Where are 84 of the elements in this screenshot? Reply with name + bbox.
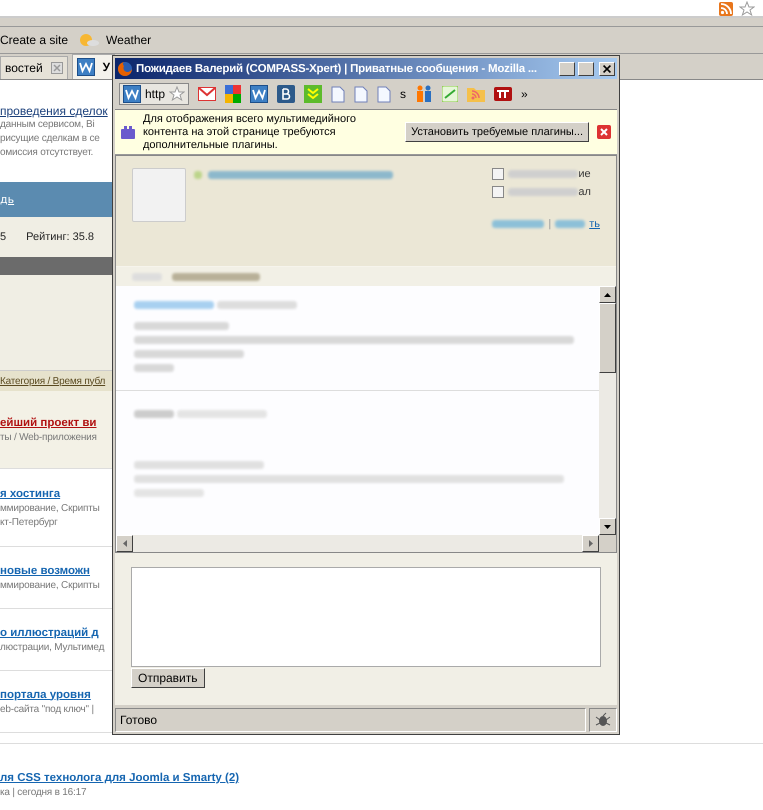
stat-text: Рейтинг: 35.8 xyxy=(26,231,94,243)
stat-text: 5 xyxy=(0,231,6,243)
blurred-text xyxy=(194,171,202,179)
nav-link[interactable]: дь xyxy=(0,193,14,206)
w-icon[interactable] xyxy=(250,85,268,103)
status-text: Готово xyxy=(115,708,586,732)
option-text: ал xyxy=(578,186,591,198)
project-link[interactable]: портала уровня xyxy=(0,686,112,702)
page-icon[interactable] xyxy=(377,86,392,102)
scroll-thumb[interactable] xyxy=(599,303,616,373)
firefox-icon xyxy=(117,60,133,76)
rss-icon[interactable] xyxy=(719,2,733,16)
browser-tab[interactable]: У xyxy=(72,54,116,79)
vk-icon[interactable] xyxy=(277,85,296,103)
project-meta: люстрации, Мультимед xyxy=(0,640,106,654)
scroll-right-button[interactable] xyxy=(582,535,599,552)
toolbar-text[interactable]: s xyxy=(400,87,406,101)
star-icon[interactable] xyxy=(739,1,755,17)
address-field[interactable]: http xyxy=(119,83,190,105)
horizontal-scrollbar[interactable] xyxy=(116,535,616,552)
page-icon[interactable] xyxy=(331,86,346,102)
avatar xyxy=(132,168,186,222)
scrollbar-corner xyxy=(599,535,616,552)
star-icon[interactable] xyxy=(169,86,186,102)
td-icon[interactable] xyxy=(494,87,512,101)
browser-tab[interactable]: востей xyxy=(0,56,68,79)
plugin-message: Для отображения всего мультимедийного контента на этой странице требуются дополнительные плагины. xyxy=(143,112,357,152)
window-title: Пожидаев Валерий (COMPASS-Xpert) | Приватные сообщения - Mozilla ... xyxy=(136,62,538,74)
sun-icon xyxy=(78,33,100,47)
project-meta: ка | сегодня в 16:17 xyxy=(0,786,88,800)
project-link[interactable]: ейший проект ви xyxy=(0,414,112,430)
action-link[interactable]: ть xyxy=(589,218,600,230)
project-meta: ммирование, Скрипты xyxy=(0,502,101,516)
bookmark-link[interactable]: Create a site xyxy=(0,33,68,47)
mail-icon[interactable] xyxy=(198,87,216,101)
blurred-text xyxy=(492,220,544,228)
vertical-scrollbar[interactable] xyxy=(599,286,616,535)
send-button[interactable]: Отправить xyxy=(131,668,205,688)
project-meta: eb-сайта "под ключ" | xyxy=(0,702,95,716)
project-meta: кт-Петербург xyxy=(0,516,59,530)
project-link[interactable]: ля CSS технолога для Joomla и Smarty (2) xyxy=(0,770,763,786)
project-link[interactable]: новые возможн xyxy=(0,562,112,578)
arrow-icon xyxy=(588,540,592,547)
description-text: омиссия отсутствует. xyxy=(0,146,94,160)
blurred-text xyxy=(555,220,586,228)
blurred-text xyxy=(134,489,204,497)
arrow-icon xyxy=(122,540,126,547)
description-text: рисущие сделкам в се xyxy=(0,132,101,146)
option-text: ие xyxy=(578,168,591,180)
arrow-icon xyxy=(604,524,611,528)
overflow-button[interactable]: » xyxy=(521,87,528,101)
install-plugins-button[interactable]: Установить требуемые плагины... xyxy=(405,122,589,142)
plug-icon[interactable] xyxy=(442,86,458,102)
bug-icon[interactable] xyxy=(594,712,612,728)
close-button[interactable] xyxy=(599,62,615,76)
checkbox[interactable] xyxy=(492,168,504,180)
project-meta: ты / Web-приложения xyxy=(0,430,98,444)
minimize-button[interactable] xyxy=(559,62,575,76)
puzzle-icon xyxy=(121,125,135,139)
article-link[interactable]: проведения сделок xyxy=(0,104,112,118)
site-icon[interactable] xyxy=(76,58,95,76)
maximize-button[interactable] xyxy=(578,62,594,76)
project-link[interactable]: я хостинга xyxy=(0,486,112,502)
scroll-down-button[interactable] xyxy=(599,518,616,535)
checkbox[interactable] xyxy=(492,186,504,198)
site-icon[interactable] xyxy=(123,85,141,103)
people-icon[interactable] xyxy=(415,85,434,103)
close-icon[interactable] xyxy=(597,125,611,139)
message-field[interactable] xyxy=(131,567,601,667)
project-link[interactable]: о иллюстраций д xyxy=(0,624,112,640)
project-meta: ммирование, Скрипты xyxy=(0,578,101,592)
page-icon[interactable] xyxy=(354,86,368,102)
separator-text: | xyxy=(548,218,552,230)
blurred-text xyxy=(508,170,578,178)
bookmark-link[interactable]: Weather xyxy=(106,33,152,47)
arrow-icon xyxy=(604,292,611,296)
scroll-up-button[interactable] xyxy=(599,286,616,303)
column-header[interactable]: Категория / Время публ xyxy=(0,376,106,386)
google-icon[interactable] xyxy=(225,85,242,103)
blurred-text xyxy=(134,364,174,372)
blurred-text xyxy=(134,410,174,418)
blurred-text xyxy=(508,188,578,196)
scroll-left-button[interactable] xyxy=(116,535,133,552)
description-text: данным сервисом, Ві xyxy=(0,118,96,132)
